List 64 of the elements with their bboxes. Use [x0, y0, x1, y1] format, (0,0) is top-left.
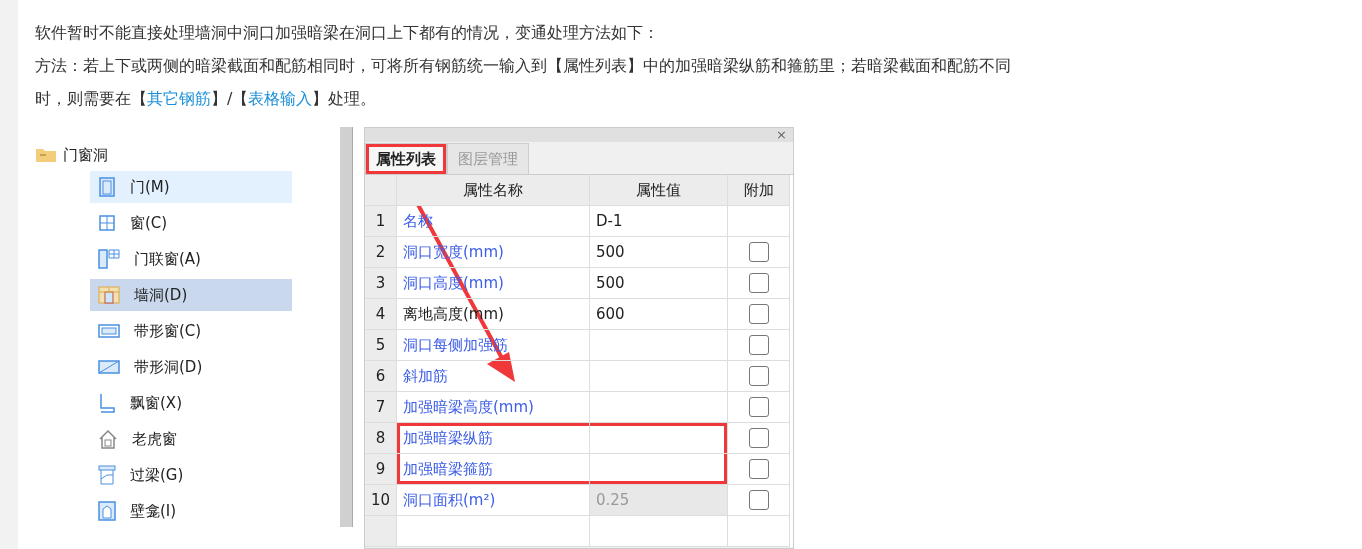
strip-opening-icon	[98, 359, 120, 375]
row-number: 3	[365, 268, 397, 299]
door-icon	[98, 177, 116, 197]
tree-item-label: 门(M)	[130, 177, 170, 197]
row-number: 9	[365, 454, 397, 485]
tree-item[interactable]: 老虎窗	[90, 423, 292, 455]
tree-item-label: 窗(C)	[130, 213, 168, 233]
tree-item[interactable]: 带形窗(C)	[90, 315, 292, 347]
tree-item-label: 墙洞(D)	[134, 285, 188, 305]
property-value[interactable]	[590, 423, 728, 454]
column-header: 属性值	[590, 175, 728, 206]
checkbox[interactable]	[748, 397, 769, 417]
tree-item[interactable]: 窗(C)	[90, 207, 292, 239]
property-value[interactable]	[590, 454, 728, 485]
close-icon[interactable]: ×	[776, 128, 787, 142]
row-number: 4	[365, 299, 397, 330]
door-window-icon	[98, 249, 120, 269]
row-number: 10	[365, 485, 397, 516]
checkbox[interactable]	[748, 273, 769, 293]
tree-item[interactable]: 过梁(G)	[90, 459, 292, 491]
tree-item[interactable]: 门(M)	[90, 171, 292, 203]
tree-folder-label[interactable]: 门窗洞	[63, 145, 108, 165]
strip-window-icon	[98, 323, 120, 339]
checkbox[interactable]	[748, 304, 769, 324]
link[interactable]: 表格输入	[248, 89, 313, 108]
niche-icon	[98, 501, 116, 521]
tree-item-label: 老虎窗	[132, 429, 177, 449]
tree-item[interactable]: 带形洞(D)	[90, 351, 292, 383]
checkbox[interactable]	[748, 459, 769, 479]
folder-icon	[35, 147, 57, 163]
row-number: 2	[365, 237, 397, 268]
tree-item[interactable]: 墙洞(D)	[90, 279, 292, 311]
tree-item[interactable]: 壁龛(I)	[90, 495, 292, 527]
tree-item-label: 带形窗(C)	[134, 321, 202, 341]
row-number: 1	[365, 206, 397, 237]
house-icon	[98, 429, 118, 449]
row-number: 6	[365, 361, 397, 392]
checkbox[interactable]	[748, 366, 769, 386]
tree-item-label: 壁龛(I)	[130, 501, 177, 521]
property-name: 加强暗梁箍筋	[397, 454, 590, 485]
row-number: 5	[365, 330, 397, 361]
tree-item-label: 门联窗(A)	[134, 249, 201, 269]
property-name: 加强暗梁纵筋	[397, 423, 590, 454]
tree-item-label: 过梁(G)	[130, 465, 184, 485]
column-header: 属性名称	[397, 175, 590, 206]
checkbox[interactable]	[748, 335, 769, 355]
tree-item[interactable]: 飘窗(X)	[90, 387, 292, 419]
tree-item-label: 飘窗(X)	[130, 393, 182, 413]
window-icon	[98, 214, 116, 232]
checkbox[interactable]	[748, 242, 769, 262]
property-name: 加强暗梁高度(mm)	[397, 392, 590, 423]
row-number: 7	[365, 392, 397, 423]
checkbox[interactable]	[748, 428, 769, 448]
row-number: 8	[365, 423, 397, 454]
column-header: 附加	[728, 175, 790, 206]
wall-opening-icon	[98, 286, 120, 304]
link[interactable]: 其它钢筋	[147, 89, 211, 108]
bay-window-icon	[98, 393, 116, 413]
lintel-icon	[98, 465, 116, 485]
panel-tab[interactable]: 属性列表	[365, 143, 447, 174]
message-text: 软件暂时不能直接处理墙洞中洞口加强暗梁在洞口上下都有的情况，变通处理方法如下： 方法：若上下或两侧的暗梁截面和配筋相同时，可将所有钢筋统一输入到【属性列表】中的加强暗梁纵筋和箍筋里；若暗梁截面和配筋不同 时，则需要在【其它钢筋】/【表格输入】处理。	[35, 22, 1012, 110]
tree-item[interactable]: 门联窗(A)	[90, 243, 292, 275]
checkbox[interactable]	[748, 490, 769, 510]
tree-item-label: 带形洞(D)	[134, 357, 203, 377]
